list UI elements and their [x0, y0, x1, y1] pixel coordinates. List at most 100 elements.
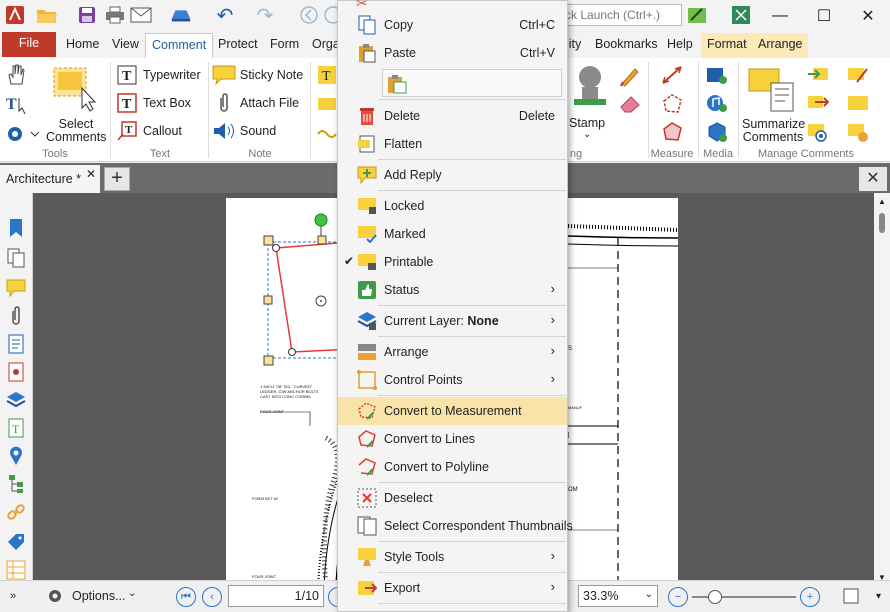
attach-file-icon[interactable]: [214, 92, 234, 114]
email-icon[interactable]: [130, 5, 152, 25]
menu-item-marked[interactable]: Marked: [338, 220, 567, 248]
zoom-in-button[interactable]: +: [800, 587, 820, 607]
sound-icon[interactable]: [212, 120, 236, 142]
zoom-out-button[interactable]: −: [668, 587, 688, 607]
text-markup-icon[interactable]: T: [316, 64, 338, 86]
music-icon[interactable]: [705, 92, 729, 114]
snapshot-tool-icon[interactable]: [4, 122, 40, 146]
sticky-note-icon[interactable]: [212, 64, 236, 86]
tab-form[interactable]: Form: [264, 33, 305, 58]
callout-icon[interactable]: T: [116, 120, 138, 142]
close-document-button[interactable]: ✕: [859, 167, 887, 191]
content-panel-icon[interactable]: [5, 333, 27, 355]
thumbnails-panel-icon[interactable]: [5, 247, 27, 269]
tab-bookmarks[interactable]: Bookmarks: [589, 33, 664, 58]
menu-item-paste[interactable]: Paste Ctrl+V: [338, 39, 567, 67]
menu-item-add-reply[interactable]: Add Reply: [338, 161, 567, 189]
close-button[interactable]: ✕: [846, 0, 890, 31]
tab-comment[interactable]: Comment: [145, 33, 214, 58]
tab-help[interactable]: Help: [661, 33, 699, 58]
options-dropdown-icon[interactable]: ⌄: [128, 588, 136, 599]
menu-item-current-layer[interactable]: Current Layer: None ›: [338, 307, 567, 335]
document-tab-close-icon[interactable]: ✕: [86, 167, 96, 181]
select-comments-label[interactable]: Select Comments: [46, 118, 106, 144]
comments-panel-icon[interactable]: [5, 277, 27, 299]
menu-item-export[interactable]: Export ›: [338, 574, 567, 602]
select-comments-icon[interactable]: [52, 66, 98, 112]
menu-item-flatten[interactable]: Flatten: [338, 130, 567, 158]
previous-page-button[interactable]: ‹: [202, 587, 222, 607]
typewriter-label[interactable]: Typewriter: [143, 68, 201, 82]
fit-page-icon[interactable]: [842, 587, 860, 605]
new-tab-button[interactable]: +: [104, 167, 130, 191]
text-box-icon[interactable]: T: [116, 92, 138, 114]
location-panel-icon[interactable]: [5, 445, 27, 467]
menu-item-convert-to-measurement[interactable]: Convert to Measurement: [338, 397, 567, 425]
menu-item-style-tools[interactable]: Style Tools ›: [338, 543, 567, 571]
callout-label[interactable]: Callout: [143, 124, 182, 138]
fields-panel-icon[interactable]: [5, 559, 27, 581]
attachments-panel-icon[interactable]: [5, 305, 27, 327]
show-comments-icon[interactable]: [806, 120, 836, 144]
area-icon[interactable]: [660, 120, 684, 144]
expand-panel-icon[interactable]: »: [10, 590, 16, 602]
menu-item-convert-to-lines[interactable]: Convert to Lines: [338, 425, 567, 453]
menu-item-delete[interactable]: Delete Delete: [338, 102, 567, 130]
bookmarks-panel-icon[interactable]: [5, 217, 27, 239]
fullscreen-icon[interactable]: [730, 5, 752, 25]
menu-item-status[interactable]: Status ›: [338, 276, 567, 304]
scroll-up-icon[interactable]: ▲: [878, 197, 886, 206]
redo-icon[interactable]: ↷: [254, 5, 276, 27]
select-text-icon[interactable]: T: [4, 92, 30, 116]
tab-format[interactable]: Format: [701, 33, 753, 58]
tab-arrange[interactable]: Arrange: [752, 33, 809, 58]
tab-view[interactable]: View: [106, 33, 145, 58]
destinations-panel-icon[interactable]: [5, 361, 27, 383]
stamp-label[interactable]: Stamp: [569, 116, 605, 130]
scan-icon[interactable]: [170, 5, 192, 25]
sticky-note-label[interactable]: Sticky Note: [240, 68, 303, 82]
paste-special-icon[interactable]: [387, 74, 407, 97]
summarize-comments-icon[interactable]: [746, 64, 796, 114]
page-number-input[interactable]: 1/10: [228, 585, 324, 607]
tab-protect[interactable]: Protect: [212, 33, 264, 58]
export-comments-icon[interactable]: [806, 92, 830, 114]
first-page-button[interactable]: ⏮: [176, 587, 196, 607]
hand-tool-icon[interactable]: [4, 62, 28, 86]
options-button[interactable]: Options...: [72, 589, 126, 603]
quick-launch-input[interactable]: ck Launch (Ctrl+.): [558, 4, 682, 26]
vertical-scrollbar[interactable]: ▲ ▼: [874, 193, 890, 588]
menu-item-arrange[interactable]: Arrange ›: [338, 338, 567, 366]
zoom-slider-handle[interactable]: [708, 590, 722, 604]
menu-item-copy[interactable]: Copy Ctrl+C: [338, 11, 567, 39]
layers-panel-icon[interactable]: [5, 389, 27, 411]
summarize-comments-label[interactable]: Summarize Comments: [742, 118, 805, 144]
attach-file-label[interactable]: Attach File: [240, 96, 299, 110]
text-box-label[interactable]: Text Box: [143, 96, 191, 110]
comment-edit-icon[interactable]: [846, 64, 870, 86]
links-panel-icon[interactable]: [5, 501, 27, 523]
sound-label[interactable]: Sound: [240, 124, 276, 138]
comment-list-icon[interactable]: [846, 92, 870, 114]
perimeter-icon[interactable]: [660, 92, 684, 116]
menu-item-deselect[interactable]: Deselect: [338, 484, 567, 512]
tags-panel-icon[interactable]: [5, 531, 27, 553]
menu-item-printable[interactable]: ✔ Printable: [338, 248, 567, 276]
3d-object-icon[interactable]: [705, 120, 729, 144]
pencil-icon[interactable]: [618, 64, 642, 88]
video-icon[interactable]: [705, 64, 729, 86]
paste-options-box[interactable]: [382, 69, 562, 97]
typewriter-icon[interactable]: T: [116, 64, 138, 86]
edit-tools-icon[interactable]: [686, 5, 708, 25]
document-tab[interactable]: Architecture * ✕: [0, 165, 100, 193]
distance-icon[interactable]: [660, 64, 684, 86]
menu-item-control-points[interactable]: Control Points ›: [338, 366, 567, 394]
back-icon[interactable]: [298, 5, 320, 25]
menu-item-locked[interactable]: Locked: [338, 192, 567, 220]
menu-item-select-thumbnails[interactable]: Select Correspondent Thumbnails: [338, 512, 573, 540]
stamp-icon[interactable]: [570, 62, 610, 112]
save-icon[interactable]: [76, 5, 98, 25]
import-comments-icon[interactable]: [806, 64, 830, 86]
print-icon[interactable]: [104, 5, 126, 25]
maximize-button[interactable]: ☐: [802, 0, 846, 31]
